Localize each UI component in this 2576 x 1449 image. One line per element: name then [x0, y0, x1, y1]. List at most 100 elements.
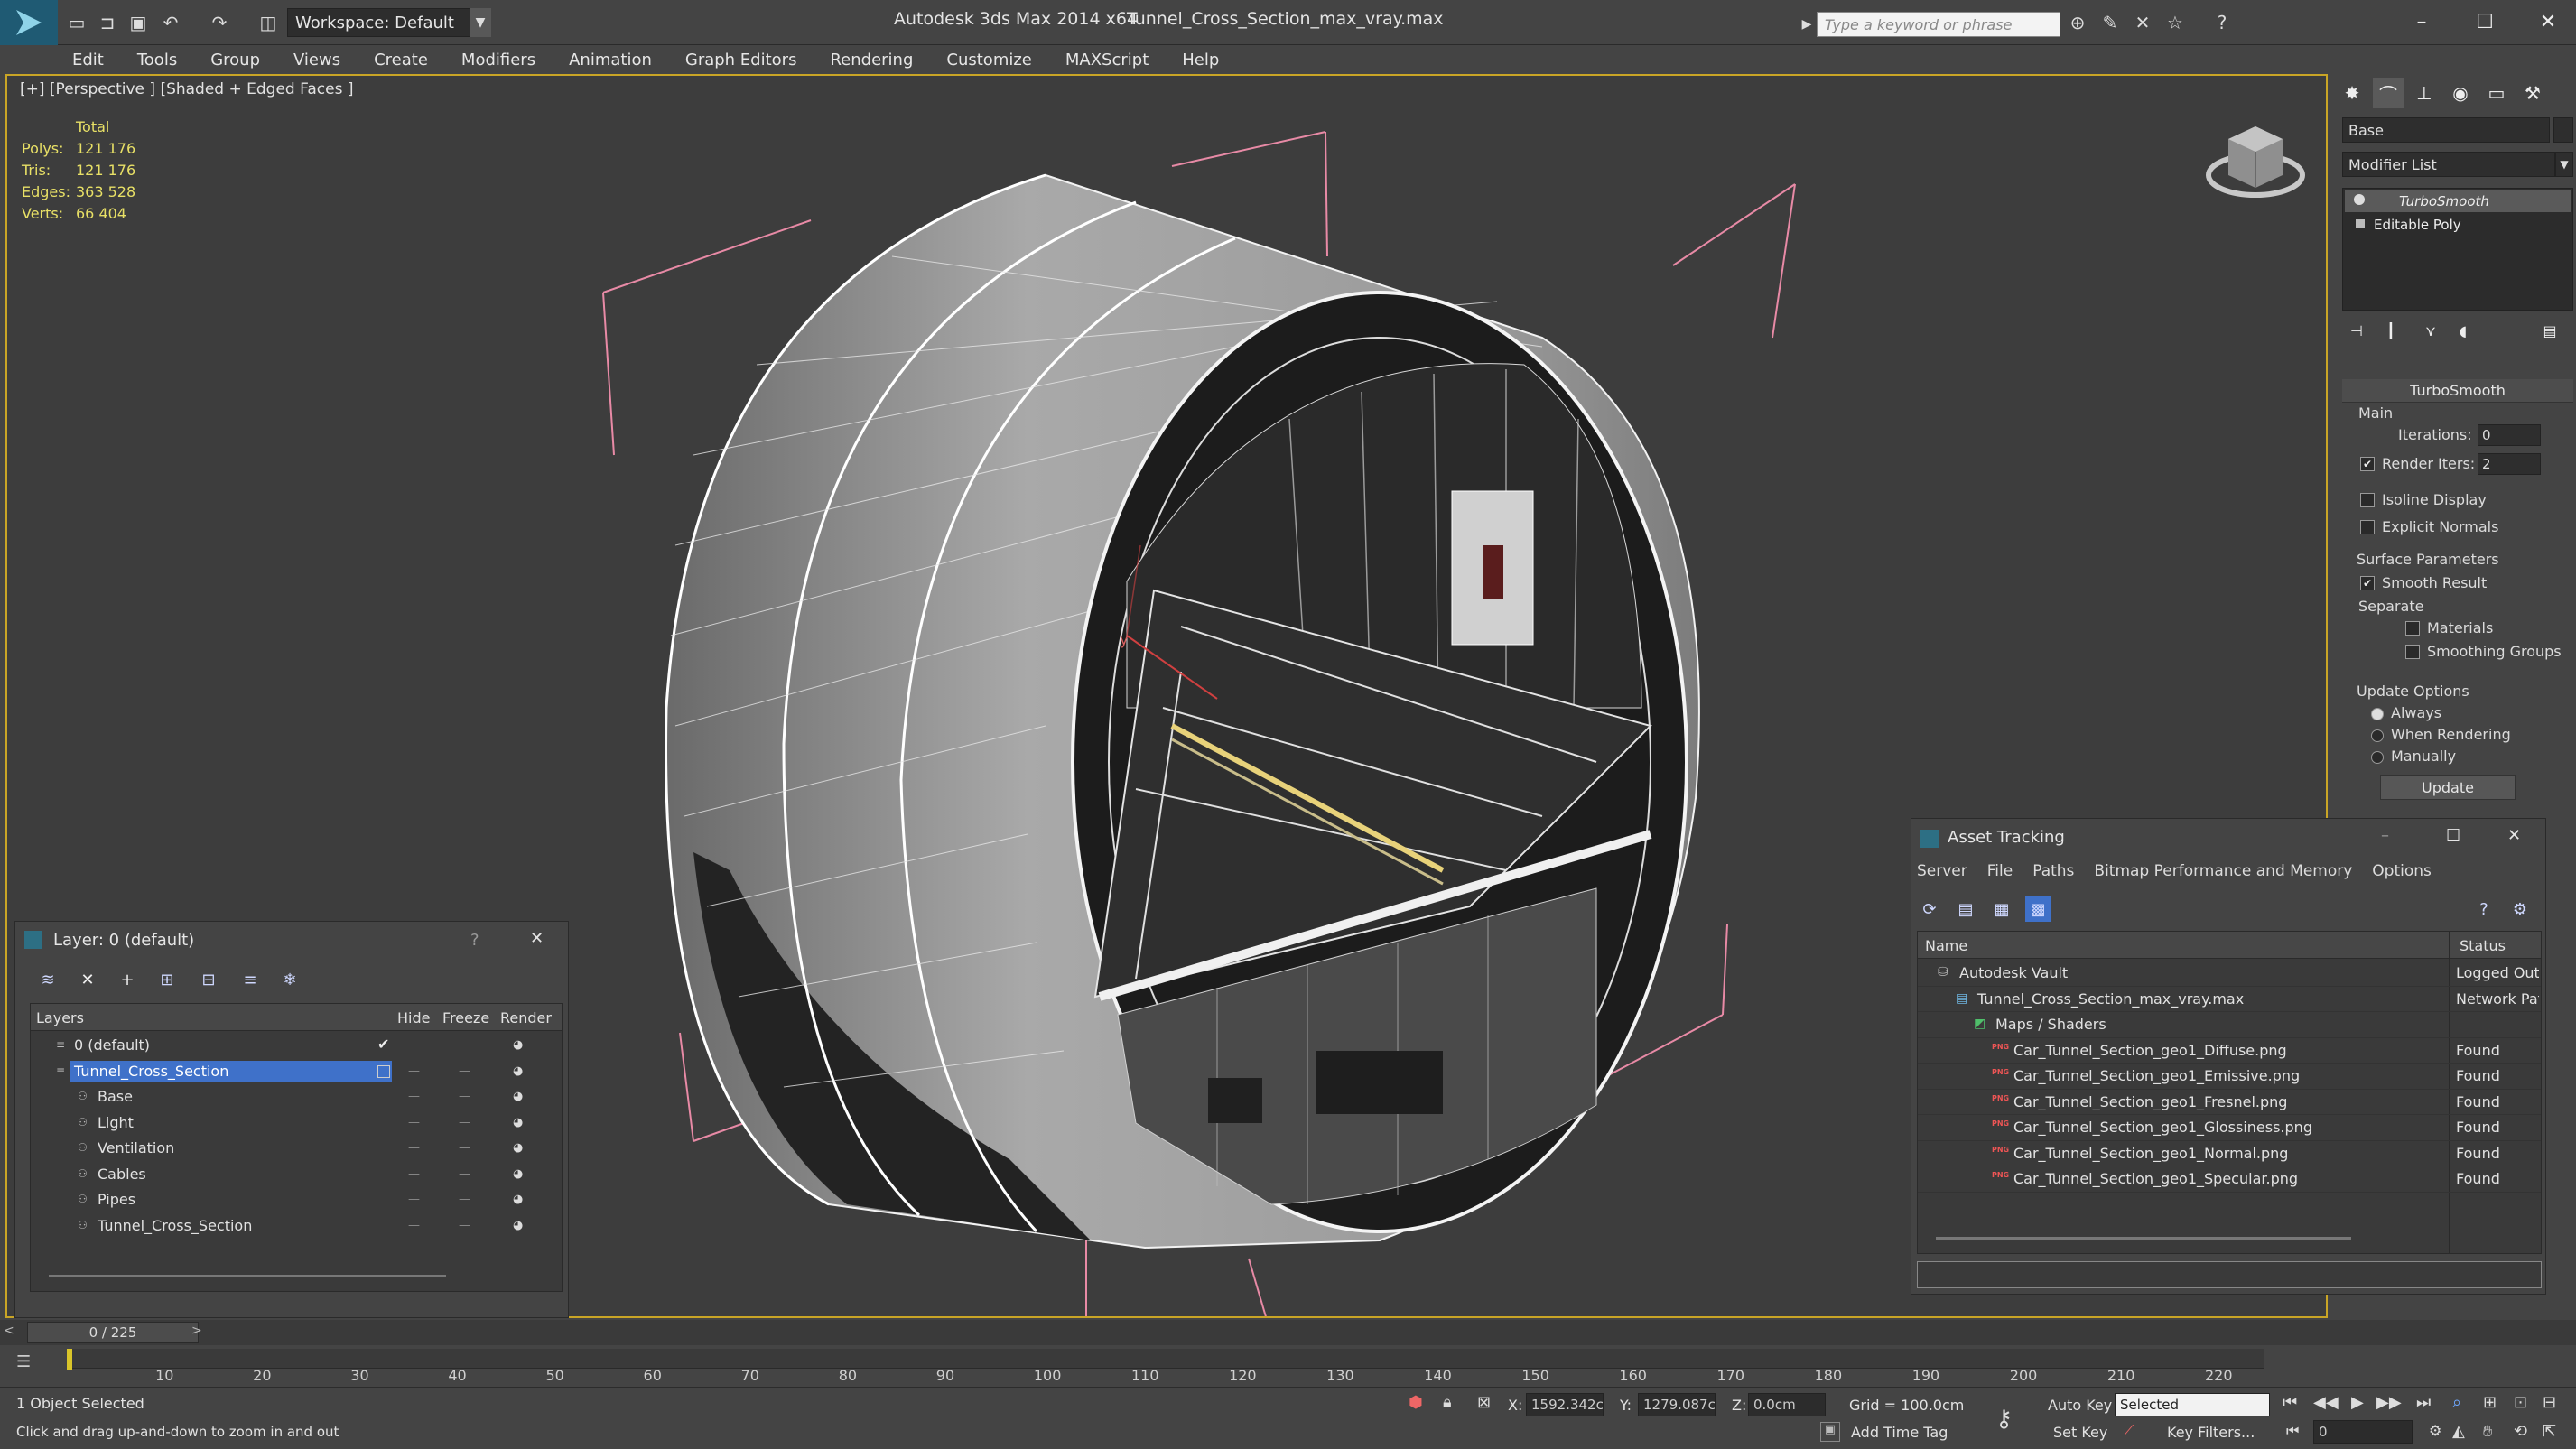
layer-name[interactable]: Tunnel_Cross_Section [94, 1215, 392, 1236]
asset-name[interactable]: Tunnel_Cross_Section_max_vray.max [1977, 990, 2244, 1008]
asset-menu-options[interactable]: Options [2372, 862, 2432, 886]
pin-stack-icon[interactable]: ⊣ [2344, 318, 2369, 343]
layer-row[interactable]: ≡ 0 (default) ✔ — — ◕ [31, 1033, 562, 1059]
freeze-toggle[interactable]: — [459, 1219, 470, 1232]
menu-views[interactable]: Views [293, 45, 340, 74]
render-iters-spinner[interactable]: 2 [2478, 453, 2541, 475]
x-coord-field[interactable]: 1592.342c [1526, 1393, 1604, 1416]
smooth-result-checkbox[interactable]: ✔ [2360, 576, 2375, 590]
next-frame-icon[interactable]: ▶▶ [2376, 1393, 2402, 1412]
keyword-search-input[interactable]: Type a keyword or phrase [1817, 12, 2060, 37]
time-slider-thumb[interactable]: 0 / 225 [27, 1322, 199, 1343]
freeze-toggle[interactable]: — [459, 1193, 470, 1206]
pan-icon[interactable]: ✋︎ [2483, 1422, 2492, 1441]
zoom-extents-icon[interactable]: ⊡ [2514, 1393, 2527, 1412]
layer-name[interactable]: Ventilation [94, 1138, 392, 1158]
isolate-icon[interactable]: ⬢ [1409, 1393, 1423, 1412]
menu-group[interactable]: Group [210, 45, 260, 74]
freeze-toggle[interactable]: — [459, 1141, 470, 1155]
menu-edit[interactable]: Edit [72, 45, 104, 74]
asset-help-icon[interactable]: ? [2471, 896, 2497, 922]
asset-hscrollbar[interactable] [1936, 1237, 2351, 1240]
favorites-icon[interactable]: ☆ [2163, 11, 2187, 34]
new-file-icon[interactable]: ▭ [65, 11, 88, 34]
menu-help[interactable]: Help [1182, 45, 1219, 74]
table-view-icon[interactable]: ▩ [2025, 896, 2051, 922]
asset-row[interactable]: PNG Car_Tunnel_Section_geo1_Normal.png Fou… [1918, 1141, 2541, 1166]
menu-graph-editors[interactable]: Graph Editors [685, 45, 797, 74]
save-file-icon[interactable]: ▣ [126, 11, 150, 34]
hide-toggle[interactable]: — [408, 1141, 420, 1155]
always-radio[interactable] [2371, 708, 2384, 720]
menu-animation[interactable]: Animation [569, 45, 652, 74]
col-render[interactable]: Render [500, 1009, 552, 1026]
time-config-icon[interactable]: ⚙ [2429, 1422, 2441, 1439]
render-iters-checkbox[interactable]: ✔ [2360, 457, 2375, 471]
configure-sets-icon[interactable]: ▤ [2537, 318, 2562, 343]
freeze-toggle[interactable]: — [459, 1064, 470, 1078]
add-time-tag-button[interactable]: Add Time Tag [1851, 1424, 1948, 1441]
render-toggle-icon[interactable]: ◕ [513, 1116, 523, 1129]
stack-item-turbosmooth[interactable]: TurboSmooth [2345, 190, 2571, 212]
layer-dialog-close-icon[interactable]: ✕ [530, 929, 544, 948]
turbosmooth-rollout-header[interactable]: TurboSmooth [2342, 379, 2573, 403]
time-slider-bar[interactable]: < 0 / 225 > [0, 1320, 2576, 1345]
goto-start-icon[interactable]: ⏮ [2283, 1393, 2297, 1412]
hide-all-icon[interactable]: ≡ [237, 967, 263, 992]
asset-name[interactable]: Car_Tunnel_Section_geo1_Emissive.png [2013, 1067, 2300, 1084]
stack-item-editable-poly[interactable]: Editable Poly [2345, 214, 2571, 236]
col-hide[interactable]: Hide [397, 1009, 430, 1026]
absolute-mode-icon[interactable]: ⊠ [1477, 1393, 1491, 1412]
motion-tab-icon[interactable]: ◉ [2445, 78, 2476, 108]
open-file-icon[interactable]: ⊐ [96, 11, 119, 34]
hide-toggle[interactable]: — [408, 1219, 420, 1232]
layer-row[interactable]: ⚇ Light — — ◕ [31, 1110, 562, 1137]
auto-key-button[interactable]: Auto Key [2048, 1397, 2112, 1414]
smoothing-groups-checkbox[interactable] [2405, 645, 2420, 659]
asset-name[interactable]: Car_Tunnel_Section_geo1_Normal.png [2013, 1145, 2288, 1162]
freeze-toggle[interactable]: — [459, 1090, 470, 1103]
asset-menu-file[interactable]: File [1987, 862, 2013, 886]
minimize-button[interactable]: – [2395, 4, 2449, 40]
utilities-tab-icon[interactable]: ⚒ [2517, 78, 2548, 108]
current-frame-field[interactable]: 0 [2313, 1420, 2413, 1444]
render-toggle-icon[interactable]: ◕ [513, 1141, 523, 1155]
object-name-field[interactable]: Base [2342, 117, 2550, 143]
layer-dialog-help[interactable]: ? [470, 931, 479, 950]
asset-maximize-button[interactable]: ☐ [2446, 826, 2460, 845]
zoom-icon[interactable]: ⌕ [2452, 1393, 2461, 1412]
make-active-checkbox[interactable] [377, 1064, 390, 1078]
track-bar[interactable]: ☰ 10 20 30 40 50 60 70 80 90 100 110 120 130 140 150 16… [0, 1345, 2576, 1387]
add-to-layer-icon[interactable]: + [115, 967, 140, 992]
asset-menu-bitmap[interactable]: Bitmap Performance and Memory [2094, 862, 2352, 886]
layer-name[interactable]: 0 (default) [70, 1035, 392, 1055]
field-of-view-icon[interactable]: ◭ [2452, 1422, 2465, 1441]
modifier-list-dropdown[interactable]: Modifier List [2342, 152, 2555, 177]
undo-icon[interactable]: ↶ [159, 11, 182, 34]
freeze-toggle[interactable]: — [459, 1167, 470, 1181]
menu-customize[interactable]: Customize [946, 45, 1031, 74]
bulb-icon[interactable] [2354, 194, 2365, 205]
layer-hscrollbar[interactable] [49, 1275, 446, 1277]
asset-row[interactable]: PNG Car_Tunnel_Section_geo1_Glossiness.pn… [1918, 1115, 2541, 1141]
workspace-arrow-icon[interactable]: ▼ [470, 8, 491, 37]
col-freeze[interactable]: Freeze [442, 1009, 489, 1026]
freeze-all-icon[interactable]: ❄ [277, 967, 302, 992]
highlight-layer-icon[interactable]: ⊟ [196, 967, 221, 992]
layer-name[interactable]: Tunnel_Cross_Section [70, 1060, 392, 1082]
asset-name[interactable]: Maps / Shaders [1995, 1016, 2106, 1033]
asset-row[interactable]: ◩ Maps / Shaders [1918, 1012, 2541, 1038]
hide-toggle[interactable]: — [408, 1167, 420, 1181]
col-layers[interactable]: Layers [36, 1009, 84, 1026]
set-key-filter-icon[interactable]: ⟋ [2124, 1422, 2134, 1440]
time-tag-icon[interactable]: ▣ [1820, 1422, 1840, 1442]
col-name[interactable]: Name [1925, 937, 1967, 954]
asset-row[interactable]: ⛁ Autodesk Vault Logged Out [1918, 961, 2541, 987]
render-toggle-icon[interactable]: ◕ [513, 1064, 523, 1078]
zoom-extents-all-icon[interactable]: ⊟ [2543, 1393, 2556, 1412]
communication-icon[interactable]: ✎ [2098, 11, 2122, 34]
layer-row[interactable]: ⚇ Ventilation — — ◕ [31, 1136, 562, 1162]
orbit-icon[interactable]: ⟲ [2514, 1422, 2527, 1441]
asset-row[interactable]: PNG Car_Tunnel_Section_geo1_Fresnel.png Fo… [1918, 1090, 2541, 1115]
asset-menu-paths[interactable]: Paths [2032, 862, 2074, 886]
